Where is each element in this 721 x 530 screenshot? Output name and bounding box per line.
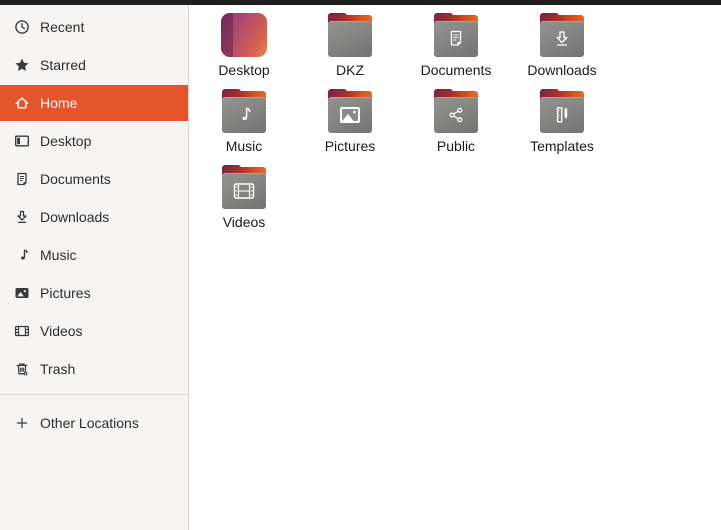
music-icon <box>14 247 30 263</box>
folder-label: Public <box>436 138 476 154</box>
sidebar-item-videos[interactable]: Videos <box>0 313 188 349</box>
share-emblem-icon <box>434 97 478 133</box>
sidebar-item-label: Starred <box>40 57 86 73</box>
folder-download-icon <box>538 13 586 57</box>
downloads-icon <box>14 209 30 225</box>
home-icon <box>14 95 30 111</box>
sidebar-item-trash[interactable]: Trash <box>0 351 188 387</box>
folder-templates-icon <box>538 89 586 133</box>
file-manager-window: Recent Starred Home Desktop Documents Do… <box>0 5 721 530</box>
template-ruler-pencil-emblem-icon <box>540 97 584 133</box>
sidebar-item-label: Other Locations <box>40 415 139 431</box>
folder-publicshare-icon <box>432 89 480 133</box>
sidebar-item-music[interactable]: Music <box>0 237 188 273</box>
music-note-emblem-icon <box>222 97 266 133</box>
sidebar-item-documents[interactable]: Documents <box>0 161 188 197</box>
sidebar-item-label: Home <box>40 95 78 111</box>
sidebar-item-label: Videos <box>40 323 83 339</box>
sidebar-item-recent[interactable]: Recent <box>0 9 188 45</box>
folder-item-music[interactable]: Music <box>191 89 297 165</box>
folder-icon <box>326 13 374 57</box>
folder-videos-icon <box>220 165 268 209</box>
sidebar-item-label: Downloads <box>40 209 110 225</box>
download-emblem-icon <box>540 21 584 57</box>
folder-item-videos[interactable]: Videos <box>191 165 297 241</box>
sidebar-item-downloads[interactable]: Downloads <box>0 199 188 235</box>
folder-label: Music <box>225 138 263 154</box>
folder-item-desktop[interactable]: Desktop <box>191 13 297 89</box>
folder-grid: Desktop DKZ Documents Downloads Music Pi… <box>189 5 720 241</box>
files-icon-view[interactable]: Desktop DKZ Documents Downloads Music Pi… <box>189 5 721 530</box>
recent-icon <box>14 19 30 35</box>
pictures-icon <box>14 285 30 301</box>
sidebar-item-label: Documents <box>40 171 111 187</box>
sidebar-item-label: Music <box>40 247 77 263</box>
sidebar-item-pictures[interactable]: Pictures <box>0 275 188 311</box>
documents-icon <box>14 171 30 187</box>
sidebar-item-desktop[interactable]: Desktop <box>0 123 188 159</box>
sidebar-separator <box>0 394 188 395</box>
image-emblem-icon <box>328 97 372 133</box>
folder-label: Templates <box>530 138 594 154</box>
desktop-wallpaper-thumbnail-icon <box>221 13 267 57</box>
folder-label: Pictures <box>324 138 376 154</box>
folder-item-downloads[interactable]: Downloads <box>509 13 615 89</box>
sidebar-item-label: Pictures <box>40 285 91 301</box>
sidebar-item-home[interactable]: Home <box>0 85 188 121</box>
folder-label: Desktop <box>218 62 270 78</box>
folder-item-documents[interactable]: Documents <box>403 13 509 89</box>
folder-label: Downloads <box>527 62 597 78</box>
sidebar-item-label: Trash <box>40 361 76 377</box>
document-emblem-icon <box>434 21 478 57</box>
folder-item-dkz[interactable]: DKZ <box>297 13 403 89</box>
folder-item-templates[interactable]: Templates <box>509 89 615 165</box>
desktop-icon <box>14 133 30 149</box>
plus-icon <box>14 415 30 431</box>
sidebar-item-label: Recent <box>40 19 85 35</box>
folder-music-icon <box>220 89 268 133</box>
film-strip-emblem-icon <box>222 173 266 209</box>
videos-icon <box>14 323 30 339</box>
star-icon <box>14 57 30 73</box>
sidebar-item-label: Desktop <box>40 133 92 149</box>
folder-label: Videos <box>222 214 266 230</box>
sidebar-item-other-locations[interactable]: Other Locations <box>0 405 188 441</box>
sidebar-item-starred[interactable]: Starred <box>0 47 188 83</box>
folder-label: Documents <box>420 62 492 78</box>
folder-item-pictures[interactable]: Pictures <box>297 89 403 165</box>
folder-pictures-icon <box>326 89 374 133</box>
folder-item-public[interactable]: Public <box>403 89 509 165</box>
folder-documents-icon <box>432 13 480 57</box>
trash-icon <box>14 361 30 377</box>
places-sidebar: Recent Starred Home Desktop Documents Do… <box>0 5 189 530</box>
folder-label: DKZ <box>336 62 364 78</box>
